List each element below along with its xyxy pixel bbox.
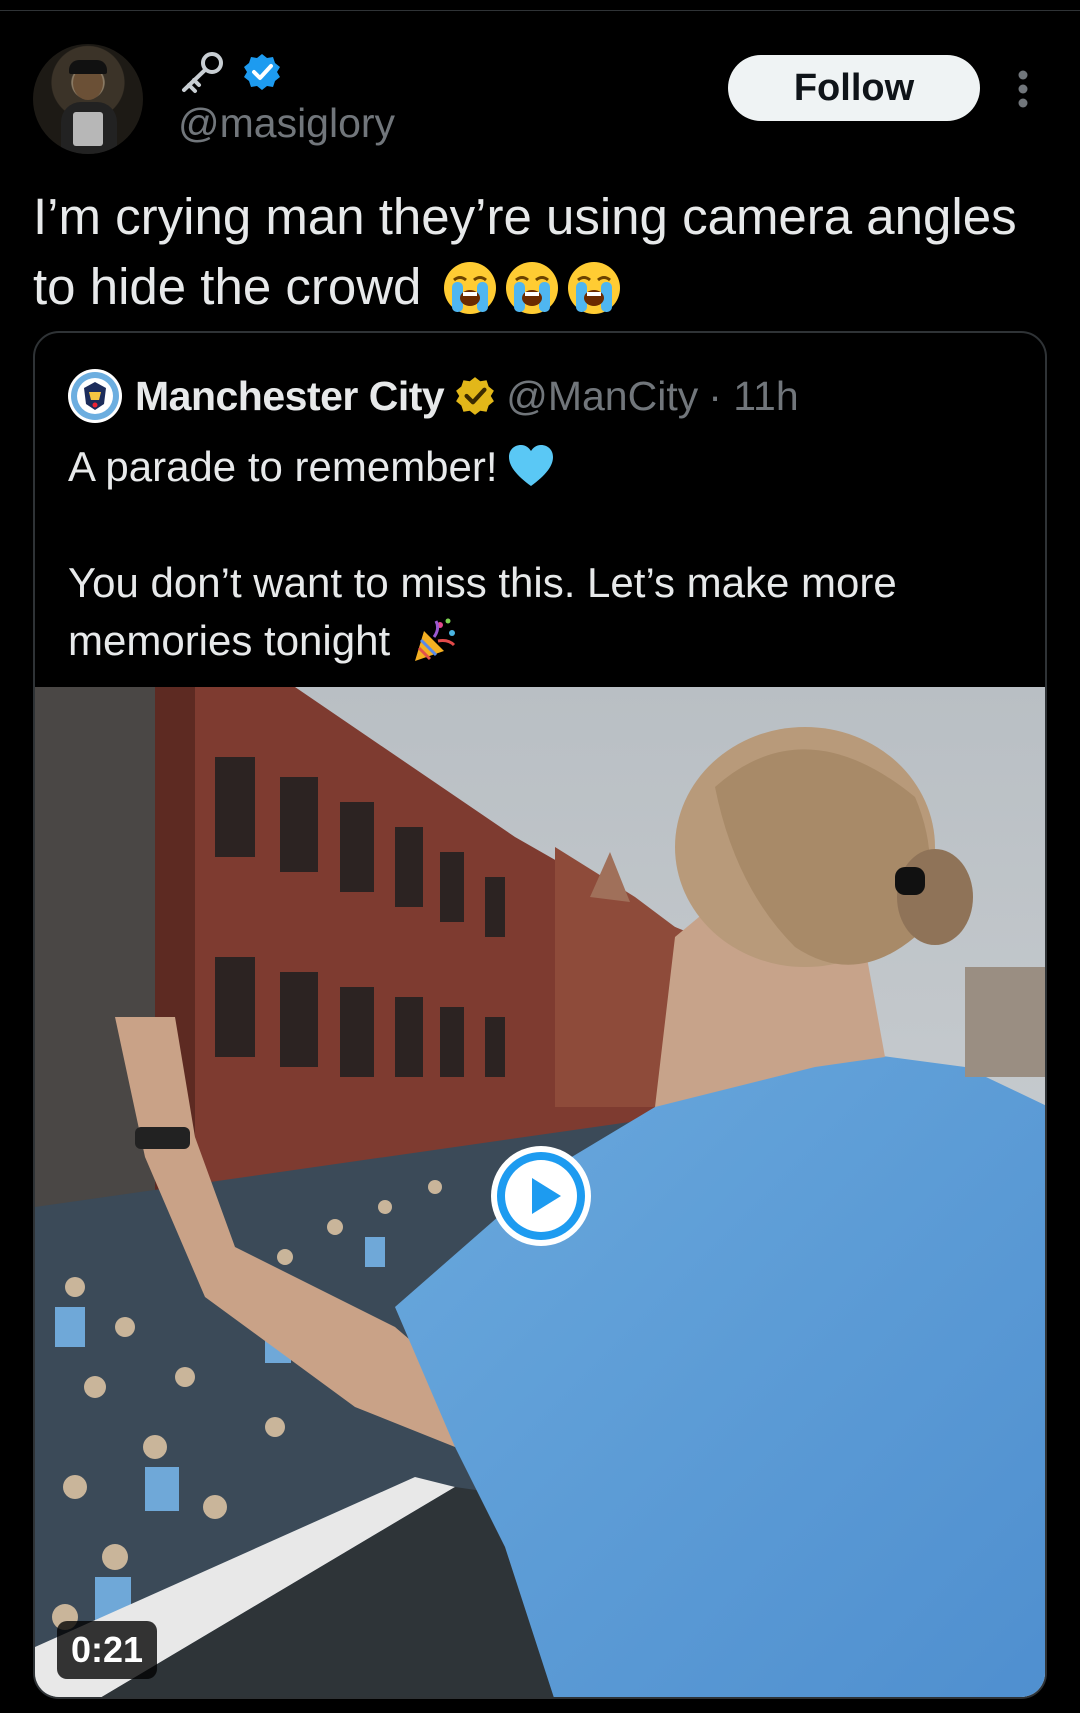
quoted-tweet-header: Manchester City @ManCity · 11h	[67, 366, 799, 426]
gold-verified-badge-icon	[456, 377, 495, 415]
verified-badge-icon	[244, 54, 280, 90]
video-duration-badge: 0:21	[57, 1621, 158, 1679]
quoted-author-name[interactable]: Manchester City	[135, 373, 445, 420]
manchester-city-logo-icon	[68, 369, 122, 423]
loudly-crying-face-icon	[567, 262, 620, 314]
quoted-text-line2: You don’t want to miss this. Let’s make …	[68, 559, 897, 664]
quoted-text-line1: A parade to remember!	[68, 443, 498, 490]
author-name-row[interactable]	[178, 50, 282, 94]
video-player[interactable]: 0:21	[35, 687, 1045, 1697]
quoted-tweet-text: A parade to remember! You don’t want to …	[68, 438, 1028, 670]
play-icon	[491, 1146, 591, 1246]
quoted-author-handle[interactable]: @ManCity	[506, 373, 698, 420]
top-divider	[0, 10, 1080, 11]
play-button[interactable]	[486, 1141, 596, 1251]
loudly-crying-face-icon	[505, 262, 558, 314]
loudly-crying-face-icon	[443, 262, 496, 314]
avatar[interactable]	[33, 44, 143, 154]
tweet-text: I’m crying man they’re using camera angl…	[33, 182, 1053, 322]
quoted-tweet[interactable]: Manchester City @ManCity · 11h A parade …	[33, 331, 1047, 1699]
key-icon	[182, 52, 223, 93]
party-popper-icon	[414, 618, 455, 661]
more-vertical-icon[interactable]	[1016, 70, 1030, 108]
author-handle[interactable]: @masiglory	[178, 100, 395, 147]
follow-button[interactable]: Follow	[728, 55, 980, 121]
light-blue-heart-icon	[508, 445, 553, 486]
quoted-timestamp[interactable]: · 11h	[708, 373, 798, 420]
